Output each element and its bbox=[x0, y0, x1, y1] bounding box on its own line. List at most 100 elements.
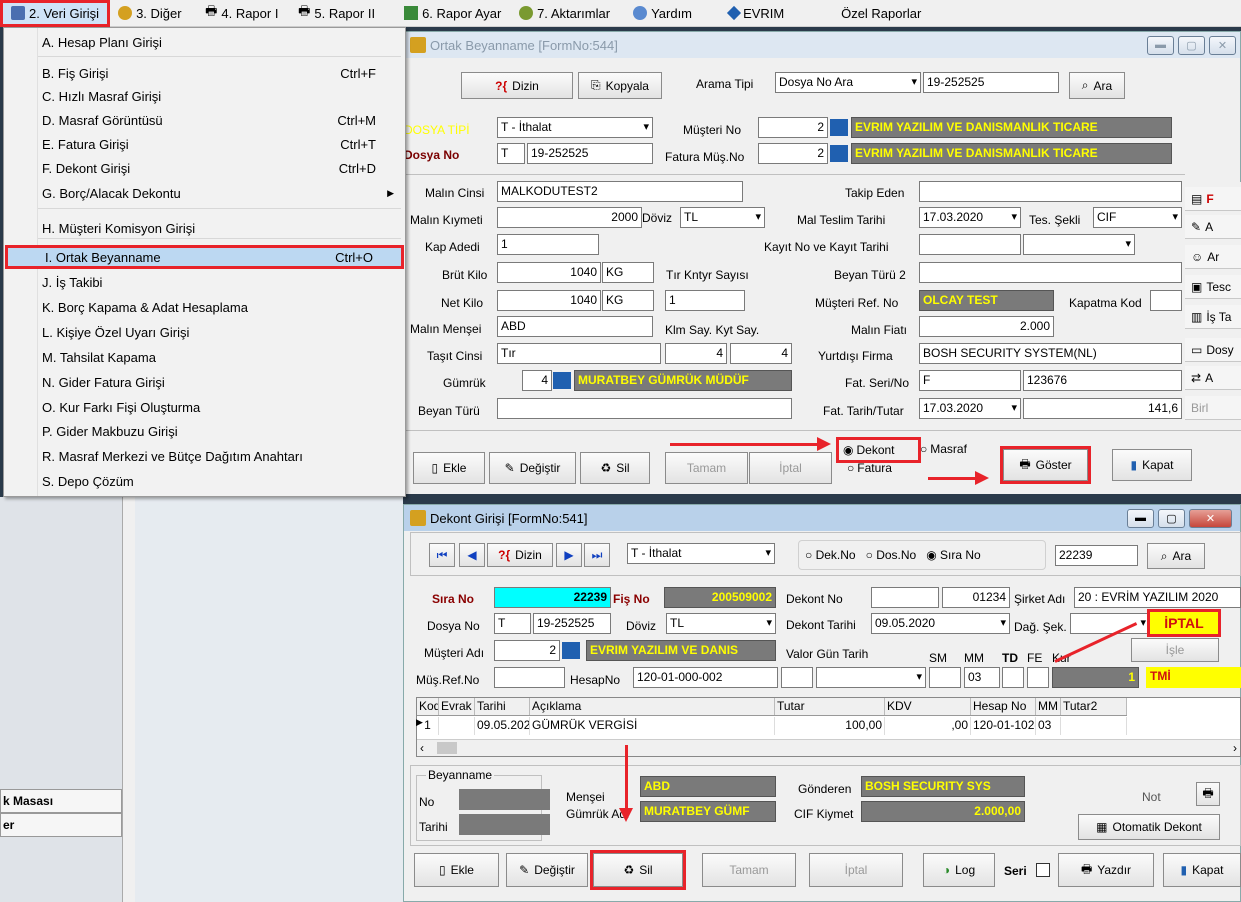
tir-field[interactable]: 1 bbox=[665, 290, 745, 311]
menu-item[interactable]: R. Masraf Merkezi ve Bütçe Dağıtım Anaht… bbox=[5, 444, 404, 468]
menu-item[interactable]: G. Borç/Alacak Dekontu ▶ bbox=[5, 181, 404, 205]
radio-dekno[interactable]: ○ Dek.No bbox=[805, 548, 856, 562]
menu-evrim[interactable]: EVRIM bbox=[721, 0, 833, 27]
dizin-button[interactable]: ?{Dizin bbox=[487, 543, 553, 567]
iptal-button[interactable]: İptal bbox=[749, 452, 832, 484]
menu-diger[interactable]: 3. Diğer bbox=[110, 0, 197, 27]
valor-gun-field[interactable] bbox=[781, 667, 813, 688]
menu-item[interactable]: J. İş Takibi bbox=[5, 270, 404, 294]
radio-dekont[interactable]: ◉ Dekont bbox=[836, 437, 921, 463]
next-record-button[interactable]: ▶ bbox=[556, 543, 582, 567]
isle-button[interactable]: İşle bbox=[1131, 638, 1219, 662]
gumruk-no-field[interactable]: 4 bbox=[522, 370, 552, 391]
close-button[interactable]: ✕ bbox=[1209, 35, 1236, 55]
maximize-button[interactable]: ▢ bbox=[1158, 508, 1185, 528]
musteri-no-field[interactable]: 2 bbox=[758, 117, 828, 138]
fatura-mus-field[interactable]: 2 bbox=[758, 143, 828, 164]
dosya-tipi-select[interactable]: T - İthalat bbox=[627, 543, 775, 564]
menu-item[interactable]: I. Ortak Beyanname Ctrl+O bbox=[5, 245, 404, 269]
kapatma-kod-field[interactable] bbox=[1150, 290, 1182, 311]
close-button[interactable]: ✕ bbox=[1189, 508, 1232, 528]
brut-unit-field[interactable]: KG bbox=[602, 262, 654, 283]
td-field[interactable] bbox=[1002, 667, 1024, 688]
grid-cell[interactable] bbox=[1061, 717, 1127, 735]
malin-cinsi-field[interactable]: MALKODUTEST2 bbox=[497, 181, 743, 202]
scroll-right-icon[interactable]: › bbox=[1233, 741, 1237, 755]
kapat-button[interactable]: ▮ Kapat bbox=[1112, 449, 1192, 481]
dosya-tipi-select[interactable]: T - İthalat bbox=[497, 117, 653, 138]
log-button[interactable]: ◑ Log bbox=[923, 853, 995, 887]
grid-cell[interactable] bbox=[439, 717, 475, 735]
minimize-button[interactable]: ▬ bbox=[1147, 35, 1174, 55]
kapat-button[interactable]: ▮ Kapat bbox=[1163, 853, 1241, 887]
net-kilo-field[interactable]: 1040 bbox=[497, 290, 601, 311]
grid-cell[interactable]: 09.05.202 bbox=[475, 717, 530, 735]
side-button[interactable]: ☺ Ar bbox=[1185, 245, 1241, 269]
left-panel-item[interactable]: er bbox=[0, 813, 122, 837]
grid-hscrollbar[interactable]: ‹ › bbox=[417, 739, 1240, 756]
grid-cell[interactable]: 100,00 bbox=[775, 717, 885, 735]
mal-teslim-date[interactable]: 17.03.2020 bbox=[919, 207, 1021, 228]
side-button[interactable]: ✎ A bbox=[1185, 215, 1241, 239]
grid-column-header[interactable]: Hesap No bbox=[971, 698, 1036, 715]
ara-button[interactable]: ⌕ Ara bbox=[1069, 72, 1125, 99]
print-note-button[interactable]: 🖶 bbox=[1196, 782, 1220, 806]
menu-item[interactable]: A. Hesap Planı Girişi bbox=[5, 30, 404, 54]
beyan-turu-field[interactable] bbox=[497, 398, 792, 419]
dekont-no-field[interactable]: 01234 bbox=[942, 587, 1010, 608]
minimize-button[interactable]: ▬ bbox=[1127, 508, 1154, 528]
dag-sek-select[interactable] bbox=[1070, 613, 1150, 634]
scroll-thumb[interactable] bbox=[437, 742, 457, 754]
grid-column-header[interactable]: Kod bbox=[417, 698, 439, 715]
grid-column-header[interactable]: Tarihi bbox=[475, 698, 530, 715]
dosya-no-field[interactable]: 19-252525 bbox=[533, 613, 611, 634]
menu-rapor-1[interactable]: 🖶 4. Rapor I bbox=[197, 0, 290, 27]
menu-veri-girisi[interactable]: 2. Veri Girişi bbox=[0, 0, 111, 27]
iptal-button[interactable]: İptal bbox=[809, 853, 903, 887]
klm-say-field[interactable]: 4 bbox=[665, 343, 727, 364]
dosya-prefix-field[interactable]: T bbox=[494, 613, 531, 634]
fat-no-field[interactable]: 123676 bbox=[1023, 370, 1182, 391]
radio-masraf[interactable]: ○ Masraf bbox=[920, 442, 967, 456]
seri-checkbox[interactable] bbox=[1036, 863, 1050, 877]
fat-seri-field[interactable]: F bbox=[919, 370, 1021, 391]
side-button[interactable]: ▣ Tesc bbox=[1185, 275, 1241, 299]
brut-kilo-field[interactable]: 1040 bbox=[497, 262, 601, 283]
kayit-no-field[interactable] bbox=[919, 234, 1021, 255]
kap-adedi-field[interactable]: 1 bbox=[497, 234, 599, 255]
left-panel-item[interactable]: k Masası bbox=[0, 789, 122, 813]
menu-item[interactable]: D. Masraf Görüntüsü Ctrl+M bbox=[5, 108, 404, 132]
sm-field[interactable] bbox=[929, 667, 961, 688]
grid-column-header[interactable]: MM bbox=[1036, 698, 1061, 715]
doviz-select[interactable]: TL bbox=[666, 613, 776, 634]
ekle-button[interactable]: ▯ Ekle bbox=[414, 853, 499, 887]
menu-item[interactable]: O. Kur Farkı Fişi Oluşturma bbox=[5, 395, 404, 419]
menu-item[interactable]: L. Kişiye Özel Uyarı Girişi bbox=[5, 320, 404, 344]
grid-cell[interactable]: 03 bbox=[1036, 717, 1061, 735]
degistir-button[interactable]: ✎ Değiştir bbox=[489, 452, 576, 484]
goster-button[interactable]: 🖶 Göster bbox=[1000, 446, 1091, 484]
grid-column-header[interactable]: Açıklama bbox=[530, 698, 775, 715]
menu-item[interactable]: H. Müşteri Komisyon Girişi bbox=[5, 216, 404, 240]
grid-column-header[interactable]: Evrak No bbox=[439, 698, 475, 715]
hesap-no-field[interactable]: 120-01-000-002 bbox=[633, 667, 778, 688]
side-button[interactable]: ⇄ A bbox=[1185, 366, 1241, 390]
scroll-left-icon[interactable]: ‹ bbox=[420, 741, 424, 755]
lookup-icon[interactable] bbox=[830, 119, 848, 136]
menu-rapor-ayar[interactable]: 6. Rapor Ayar bbox=[396, 0, 511, 27]
kopyala-button[interactable]: ⎘ Kopyala bbox=[578, 72, 662, 99]
radio-fatura[interactable]: ○ Fatura bbox=[847, 461, 892, 475]
musteri-no-field[interactable]: 2 bbox=[494, 640, 560, 661]
kayit-tarihi-select[interactable] bbox=[1023, 234, 1135, 255]
takip-eden-field[interactable] bbox=[919, 181, 1182, 202]
tasit-field[interactable]: Tır bbox=[497, 343, 661, 364]
arama-tipi-select[interactable]: Dosya No Ara bbox=[775, 72, 921, 93]
prev-record-button[interactable]: ◀ bbox=[459, 543, 485, 567]
dekont-tarihi-date[interactable]: 09.05.2020 bbox=[871, 613, 1010, 634]
menu-item[interactable]: M. Tahsilat Kapama bbox=[5, 345, 404, 369]
tamam-button[interactable]: Tamam bbox=[665, 452, 748, 484]
fat-tarih-date[interactable]: 17.03.2020 bbox=[919, 398, 1021, 419]
radio-sirano[interactable]: ◉ Sıra No bbox=[926, 548, 981, 562]
malin-kiymeti-field[interactable]: 2000 bbox=[497, 207, 642, 228]
menu-item[interactable]: C. Hızlı Masraf Girişi bbox=[5, 84, 404, 108]
